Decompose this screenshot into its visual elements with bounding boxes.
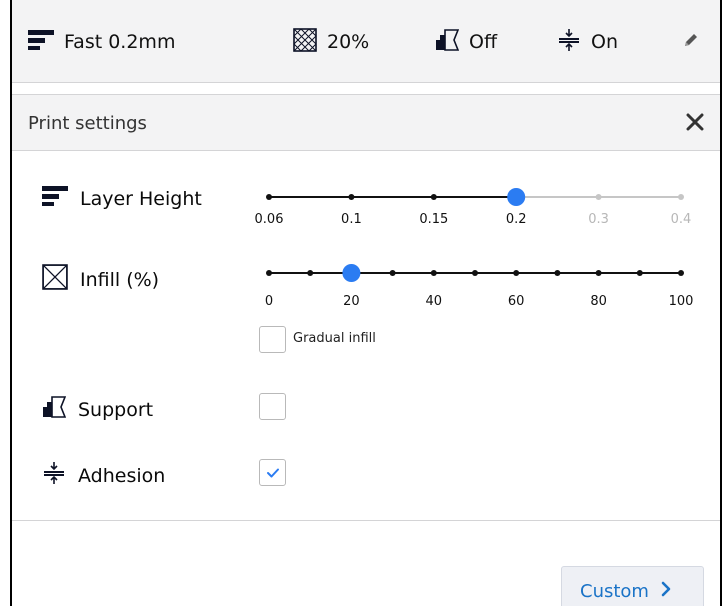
- print-settings-window: Fast 0.2mm 20% Off On Print settings Lay…: [0, 0, 726, 606]
- profile-summary-label: Fast 0.2mm: [64, 30, 176, 53]
- layer-height-tick: [595, 194, 602, 200]
- close-icon[interactable]: [684, 111, 706, 133]
- infill-tick-label: 0: [264, 294, 274, 309]
- layer-height-tick: [678, 194, 684, 200]
- layer-height-tick-label: 0.15: [419, 212, 449, 227]
- window-border-right: [720, 0, 722, 606]
- layer-height-tick-label: 0.4: [670, 212, 692, 227]
- support-checkbox[interactable]: [259, 393, 286, 420]
- infill-tick-label: 20: [343, 294, 360, 309]
- layer-height-handle: [507, 188, 526, 206]
- infill-tick: [266, 270, 272, 276]
- layer-height-row-label: Layer Height: [42, 184, 202, 213]
- support-row-label: Support: [42, 395, 153, 424]
- adhesion-row-label: Adhesion: [42, 461, 165, 490]
- infill-tick: [513, 270, 520, 276]
- infill-tick-label: 60: [507, 294, 525, 309]
- layer-height-slider-track[interactable]: [266, 186, 684, 208]
- infill-label: Infill (%): [80, 268, 160, 291]
- adhesion-icon: [557, 28, 581, 56]
- footer-divider: [12, 520, 720, 521]
- support-summary-label: Off: [469, 30, 498, 53]
- layer-height-tick-label: 0.3: [588, 212, 609, 227]
- layer-height-icon: [28, 28, 54, 56]
- layer-height-tick-label: 0.06: [254, 212, 284, 227]
- infill-tick: [472, 270, 478, 276]
- adhesion-icon: [42, 461, 66, 490]
- print-setup-summary-bar[interactable]: Fast 0.2mm 20% Off On: [12, 0, 720, 83]
- layer-height-tick-label: 0.2: [505, 212, 527, 227]
- adhesion-summary-label: On: [591, 30, 618, 53]
- adhesion-summary[interactable]: On: [557, 0, 618, 83]
- infill-summary-label: 20%: [327, 30, 370, 53]
- infill-tick: [307, 270, 314, 276]
- gradual-infill-checkbox[interactable]: [259, 326, 286, 353]
- infill-tick: [595, 270, 602, 276]
- layer-height-tick-label: 0.1: [341, 212, 362, 227]
- support-summary[interactable]: Off: [435, 0, 497, 83]
- print-settings-title: Print settings: [28, 113, 147, 134]
- edit-settings-button[interactable]: [683, 0, 699, 83]
- custom-button[interactable]: Custom: [561, 566, 704, 606]
- layer-height-slider[interactable]: [266, 188, 684, 206]
- infill-slider-track[interactable]: [266, 264, 684, 290]
- adhesion-checkbox[interactable]: [259, 459, 286, 486]
- chevron-right-icon: [649, 581, 671, 601]
- layer-height-label: Layer Height: [80, 187, 202, 210]
- infill-icon: [293, 27, 317, 56]
- infill-row-label: Infill (%): [42, 264, 159, 295]
- infill-tick: [678, 270, 684, 276]
- infill-tick: [636, 270, 643, 276]
- support-icon: [42, 395, 67, 424]
- infill-tick: [389, 270, 396, 276]
- layer-height-tick: [266, 194, 272, 200]
- support-label: Support: [78, 398, 154, 421]
- infill-summary[interactable]: 20%: [293, 0, 369, 83]
- adhesion-label: Adhesion: [78, 464, 166, 487]
- infill-slider[interactable]: [266, 264, 684, 284]
- gradual-infill-label: Gradual infill: [293, 331, 376, 346]
- infill-tick-label: 40: [425, 294, 443, 309]
- layer-height-tick: [348, 194, 355, 200]
- header-gap: [12, 84, 720, 94]
- support-icon: [435, 28, 460, 56]
- print-settings-header: Print settings: [12, 94, 720, 151]
- infill-tick: [554, 270, 561, 276]
- layer-height-icon: [42, 184, 68, 213]
- profile-summary[interactable]: Fast 0.2mm: [28, 0, 175, 83]
- infill-handle: [342, 264, 361, 282]
- infill-tick: [430, 270, 437, 276]
- infill-icon: [42, 264, 68, 295]
- infill-tick-label: 80: [590, 294, 607, 309]
- custom-button-label: Custom: [580, 580, 649, 602]
- pencil-icon: [683, 32, 699, 52]
- infill-tick-label: 100: [668, 294, 694, 309]
- layer-height-tick: [430, 194, 437, 200]
